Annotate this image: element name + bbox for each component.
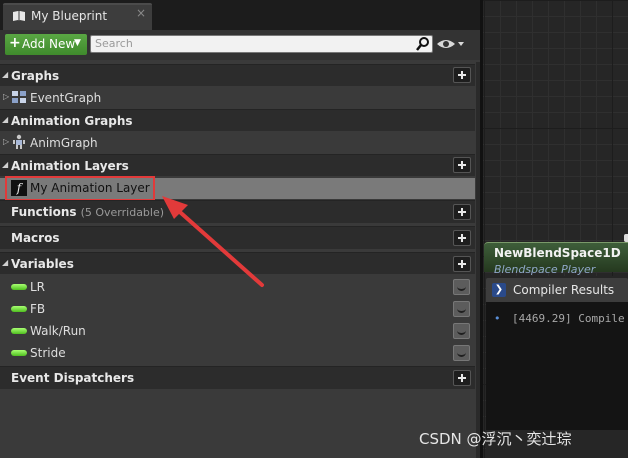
- variable-row[interactable]: [0, 342, 475, 364]
- list-item-animgraph[interactable]: ▷ AnimGraph: [0, 132, 475, 154]
- expand-arrow-icon[interactable]: ◢: [2, 160, 8, 169]
- annotation-arrow: [162, 196, 264, 287]
- event-graph-label: EventGraph: [30, 91, 102, 105]
- add-function-button[interactable]: [453, 204, 471, 220]
- add-animation-layer-button[interactable]: [453, 157, 471, 173]
- compiler-log: • [4469.29] Compile: [486, 302, 628, 430]
- variable-label: Walk/Run: [30, 324, 86, 338]
- variable-label: Stride: [30, 346, 66, 360]
- anim-graph-icon: [13, 134, 25, 149]
- variable-label: FB: [30, 302, 46, 316]
- chevron-down-icon: ▼: [74, 38, 81, 48]
- category-graphs[interactable]: ◢ Graphs: [0, 64, 475, 86]
- view-options-eye-icon[interactable]: [436, 37, 466, 51]
- visibility-toggle-icon[interactable]: [453, 323, 470, 339]
- close-icon[interactable]: ×: [136, 6, 146, 20]
- tab-title: My Blueprint: [31, 9, 108, 23]
- category-label: Variables: [11, 257, 74, 271]
- compiler-message: [4469.29] Compile: [512, 312, 625, 325]
- add-graph-button[interactable]: [453, 67, 471, 83]
- category-label: Animation Layers: [11, 159, 129, 173]
- node-title: NewBlendSpace1D: [494, 246, 621, 260]
- variable-label: LR: [30, 280, 46, 294]
- visibility-toggle-icon[interactable]: [453, 279, 470, 295]
- search-placeholder: Search: [95, 37, 133, 50]
- category-label: Event Dispatchers: [11, 371, 135, 385]
- blendspace-node[interactable]: NewBlendSpace1D Blendspace Player: [484, 242, 628, 276]
- visibility-toggle-icon[interactable]: [453, 345, 470, 361]
- plus-icon: +: [9, 35, 21, 51]
- visibility-toggle-icon[interactable]: [453, 301, 470, 317]
- book-icon: [13, 11, 25, 21]
- category-label: Animation Graphs: [11, 114, 133, 128]
- expand-arrow-icon[interactable]: ◢: [2, 70, 8, 79]
- search-input[interactable]: Search: [90, 35, 433, 53]
- watermark: CSDN @浮沉丶奕辻琮: [419, 430, 572, 448]
- event-graph-icon: [12, 91, 26, 103]
- float-variable-icon: [11, 350, 27, 356]
- anim-graph-label: AnimGraph: [30, 136, 98, 150]
- expand-arrow-icon[interactable]: ◢: [2, 115, 8, 124]
- category-animation-graphs[interactable]: ◢ Animation Graphs: [0, 109, 475, 131]
- add-new-label: Add New: [22, 37, 76, 51]
- float-variable-icon: [11, 328, 27, 334]
- tab-compiler-results[interactable]: ❯ Compiler Results: [486, 278, 628, 302]
- compiler-results-icon: ❯: [492, 283, 506, 297]
- category-label: Functions (5 Overridable): [11, 205, 165, 219]
- compiler-results-label: Compiler Results: [513, 283, 615, 297]
- add-event-dispatcher-button[interactable]: [453, 370, 471, 386]
- float-variable-icon: [11, 306, 27, 312]
- category-label: Graphs: [11, 69, 60, 83]
- node-subtitle: Blendspace Player: [494, 263, 596, 276]
- bullet: •: [494, 312, 501, 325]
- search-icon[interactable]: [416, 36, 430, 52]
- add-macro-button[interactable]: [453, 230, 471, 246]
- variable-row[interactable]: [0, 298, 475, 320]
- category-label: Macros: [11, 231, 60, 245]
- float-variable-icon: [11, 284, 27, 290]
- panel-divider[interactable]: [480, 0, 483, 458]
- collapsed-arrow-icon[interactable]: ▷: [3, 137, 9, 146]
- node-pin[interactable]: [624, 234, 628, 242]
- expand-arrow-icon[interactable]: ◢: [2, 258, 8, 267]
- add-variable-button[interactable]: [453, 256, 471, 272]
- add-new-button[interactable]: + Add New ▼: [5, 34, 87, 55]
- list-item-eventgraph[interactable]: ▷ EventGraph: [0, 87, 475, 109]
- tab-my-blueprint[interactable]: My Blueprint ×: [3, 3, 152, 30]
- category-event-dispatchers[interactable]: Event Dispatchers: [0, 366, 475, 389]
- category-animation-layers[interactable]: ◢ Animation Layers: [0, 154, 475, 176]
- annotation-highlight-box: [5, 176, 155, 201]
- collapsed-arrow-icon[interactable]: ▷: [3, 92, 9, 101]
